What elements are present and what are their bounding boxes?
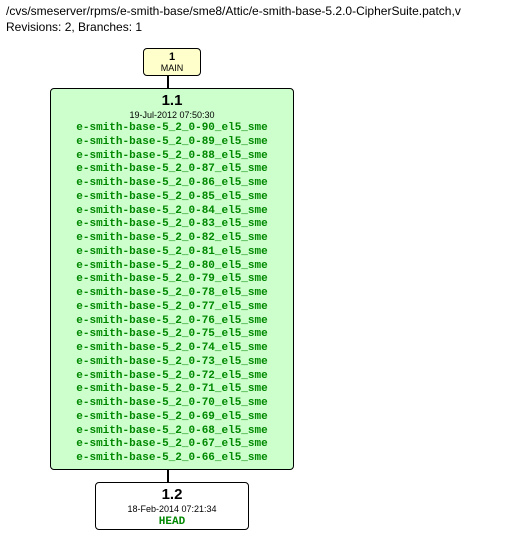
tag-item: e-smith-base-5_2_0-76_el5_sme [59, 315, 285, 329]
tag-item: e-smith-base-5_2_0-73_el5_sme [59, 356, 285, 370]
tag-item: e-smith-base-5_2_0-86_el5_sme [59, 177, 285, 191]
revision-graph: 1 MAIN 1.1 19-Jul-2012 07:50:30 e-smith-… [0, 38, 512, 550]
revision-node-2[interactable]: 1.2 18-Feb-2014 07:21:34 HEAD [95, 482, 249, 530]
revision-node-1[interactable]: 1.1 19-Jul-2012 07:50:30 e-smith-base-5_… [50, 88, 294, 470]
tag-item: e-smith-base-5_2_0-69_el5_sme [59, 411, 285, 425]
tag-list: e-smith-base-5_2_0-90_el5_sme e-smith-ba… [57, 122, 287, 468]
header: /cvs/smeserver/rpms/e-smith-base/sme8/At… [0, 0, 512, 38]
connector-line [167, 470, 169, 482]
tag-item: e-smith-base-5_2_0-88_el5_sme [59, 150, 285, 164]
file-path: /cvs/smeserver/rpms/e-smith-base/sme8/At… [6, 4, 506, 18]
branch-name: MAIN [152, 63, 192, 73]
tag-item: e-smith-base-5_2_0-77_el5_sme [59, 301, 285, 315]
revision-version: 1.1 [57, 92, 287, 109]
branch-number: 1 [152, 51, 192, 63]
tag-item: e-smith-base-5_2_0-81_el5_sme [59, 246, 285, 260]
tag-item: e-smith-base-5_2_0-67_el5_sme [59, 438, 285, 452]
revision-date: 18-Feb-2014 07:21:34 [102, 504, 242, 514]
tag-item: e-smith-base-5_2_0-89_el5_sme [59, 136, 285, 150]
revision-date: 19-Jul-2012 07:50:30 [57, 110, 287, 120]
tag-item: e-smith-base-5_2_0-87_el5_sme [59, 163, 285, 177]
tag-item: e-smith-base-5_2_0-83_el5_sme [59, 218, 285, 232]
tag-item: e-smith-base-5_2_0-66_el5_sme [59, 452, 285, 466]
tag-item: e-smith-base-5_2_0-78_el5_sme [59, 287, 285, 301]
tag-item: e-smith-base-5_2_0-79_el5_sme [59, 273, 285, 287]
tag-item: e-smith-base-5_2_0-85_el5_sme [59, 191, 285, 205]
tag-item: e-smith-base-5_2_0-82_el5_sme [59, 232, 285, 246]
connector-line [167, 76, 169, 88]
tag-item: e-smith-base-5_2_0-71_el5_sme [59, 383, 285, 397]
tag-item: e-smith-base-5_2_0-68_el5_sme [59, 425, 285, 439]
tag-item: e-smith-base-5_2_0-75_el5_sme [59, 328, 285, 342]
tag-item: e-smith-base-5_2_0-72_el5_sme [59, 370, 285, 384]
tag-item: e-smith-base-5_2_0-80_el5_sme [59, 260, 285, 274]
head-label: HEAD [102, 516, 242, 528]
tag-item: e-smith-base-5_2_0-70_el5_sme [59, 397, 285, 411]
revision-meta: Revisions: 2, Branches: 1 [6, 20, 506, 34]
branch-box[interactable]: 1 MAIN [143, 48, 201, 76]
tag-item: e-smith-base-5_2_0-74_el5_sme [59, 342, 285, 356]
revision-version: 1.2 [102, 486, 242, 503]
tag-item: e-smith-base-5_2_0-90_el5_sme [59, 122, 285, 136]
tag-item: e-smith-base-5_2_0-84_el5_sme [59, 205, 285, 219]
